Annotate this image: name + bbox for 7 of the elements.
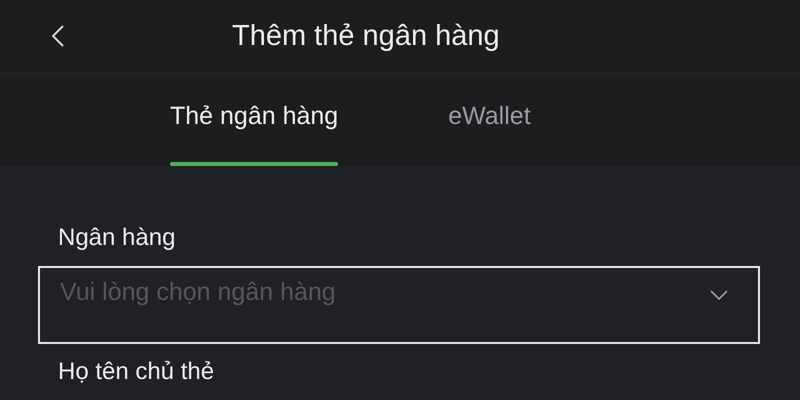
tab[interactable]: eWallet	[448, 74, 531, 166]
back-icon[interactable]	[52, 25, 64, 48]
field-label: Ngân hàng	[57, 224, 176, 252]
page-title: Thêm thẻ ngân hàng	[232, 20, 500, 53]
tab[interactable]: Thẻ ngân hàng	[170, 74, 338, 166]
field-label: Họ tên chủ thẻ	[57, 358, 216, 386]
chevron-down-icon	[710, 290, 728, 300]
